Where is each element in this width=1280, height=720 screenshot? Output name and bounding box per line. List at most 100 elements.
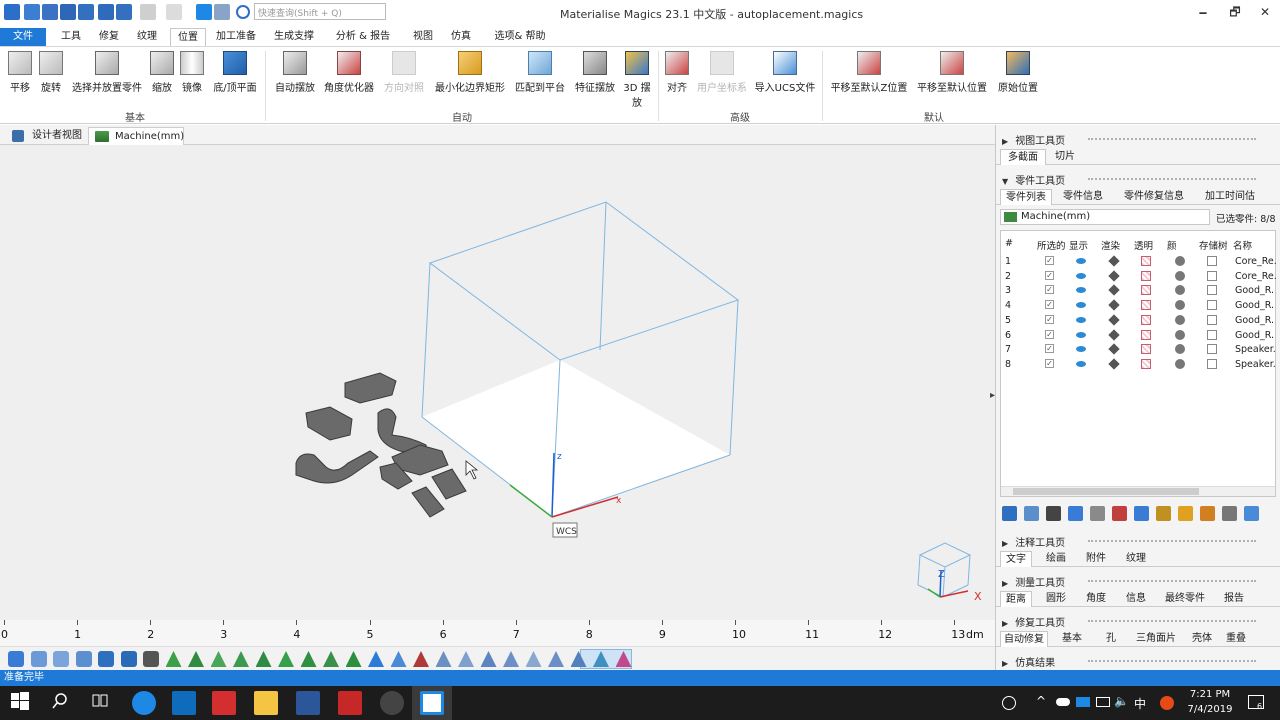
table-row[interactable]: 1 ✓ Core_Re. <box>1001 255 1277 269</box>
move-default-pos-button[interactable]: 平移至默认位置 <box>914 51 990 94</box>
new-file-icon[interactable] <box>24 4 40 20</box>
triangle-select-icon[interactable] <box>188 651 204 667</box>
transparency-icon[interactable] <box>1141 358 1151 369</box>
selected-checkbox[interactable]: ✓ <box>1045 270 1054 280</box>
tab-texture[interactable]: 纹理 <box>1120 551 1152 567</box>
expand-mark-icon[interactable] <box>413 651 429 667</box>
mirror-button[interactable]: 镜像 <box>178 51 206 94</box>
tab-part-info[interactable]: 零件信息 <box>1056 189 1110 205</box>
save-all-icon[interactable] <box>116 4 132 20</box>
tab-view[interactable]: 视图 <box>406 28 440 46</box>
render-icon[interactable] <box>1108 314 1120 326</box>
clock-date[interactable]: 7/4/2019 <box>1186 704 1234 715</box>
shell-select-icon[interactable] <box>233 651 249 667</box>
bottom-top-plane-button[interactable]: 底/顶平面 <box>210 51 260 94</box>
tab-position[interactable]: 位置 <box>170 28 206 46</box>
part-shell-icon[interactable] <box>1222 506 1237 521</box>
tab-texture[interactable]: 纹理 <box>130 28 164 46</box>
table-row[interactable]: 4 ✓ Good_R. <box>1001 299 1277 313</box>
storage-icon[interactable] <box>1207 256 1217 266</box>
triangle-icon[interactable] <box>480 651 497 667</box>
view-toolpage-header[interactable]: ▶ 视图工具页 <box>1002 132 1276 147</box>
tab-multi-section[interactable]: 多截面 <box>1000 149 1046 165</box>
min-bounding-rect-button[interactable]: 最小化边界矩形 <box>432 51 508 94</box>
import-ucs-button[interactable]: 导入UCS文件 <box>754 51 816 94</box>
part-mark-icon[interactable] <box>1134 506 1149 521</box>
lasso-select-icon[interactable] <box>300 651 317 667</box>
tab-machine[interactable]: Machine(mm) <box>88 127 184 145</box>
mesh-icon[interactable] <box>503 651 519 667</box>
surface-select-icon[interactable] <box>210 651 227 667</box>
selected-checkbox[interactable]: ✓ <box>1045 256 1054 265</box>
part-arrange-icon[interactable] <box>1068 506 1083 521</box>
tab-text[interactable]: 文字 <box>1000 551 1032 567</box>
visibility-eye-icon[interactable] <box>1076 272 1086 279</box>
color-swatch[interactable] <box>1175 358 1185 369</box>
render-icon[interactable] <box>1108 255 1120 267</box>
acrobat-icon[interactable] <box>338 691 362 715</box>
selected-checkbox[interactable]: ✓ <box>1045 358 1054 368</box>
point-icon[interactable] <box>548 651 564 667</box>
shrink-mark-icon[interactable] <box>435 651 452 667</box>
orientation-optimizer-button[interactable]: 角度优化器 <box>322 51 376 94</box>
part-pipe-2[interactable] <box>295 450 379 484</box>
feature-place-button[interactable]: 特征摆放 <box>572 51 618 94</box>
col-name[interactable]: 名称 <box>1233 238 1252 252</box>
measure-toolpage-header[interactable]: ▶ 测量工具页 <box>1002 574 1276 589</box>
storage-icon[interactable] <box>1207 270 1217 281</box>
tray-app-icon[interactable] <box>1160 696 1174 710</box>
part-color-icon[interactable] <box>1178 506 1193 521</box>
save-as-icon[interactable] <box>78 4 94 20</box>
tab-designer-view[interactable]: 设计者视图 <box>6 127 86 145</box>
tab-final-part[interactable]: 最终零件 <box>1162 591 1208 607</box>
tab-simulation[interactable]: 仿真 <box>444 28 478 46</box>
zoom-fit-icon[interactable] <box>75 651 92 667</box>
annot-toolpage-header[interactable]: ▶ 注释工具页 <box>1002 534 1276 549</box>
visibility-eye-icon[interactable] <box>1076 316 1086 323</box>
delete-mark-icon[interactable] <box>458 651 474 667</box>
windows-start-icon[interactable] <box>10 691 34 715</box>
tab-circle[interactable]: 圆形 <box>1040 591 1072 607</box>
network-icon[interactable] <box>1096 697 1110 707</box>
onedrive-icon[interactable] <box>1056 698 1070 706</box>
select-mode-icon[interactable] <box>196 4 212 20</box>
redo-icon[interactable] <box>166 4 182 20</box>
transparency-icon[interactable] <box>1141 256 1151 266</box>
tab-part-fix-info[interactable]: 零件修复信息 <box>1118 189 1190 205</box>
render-icon[interactable] <box>1108 328 1120 341</box>
red-app-icon[interactable] <box>212 691 236 715</box>
people-icon[interactable] <box>1002 696 1016 710</box>
color-swatch[interactable] <box>1175 344 1185 355</box>
visibility-eye-icon[interactable] <box>1076 302 1086 309</box>
transparency-icon[interactable] <box>1141 270 1151 281</box>
selected-checkbox[interactable]: ✓ <box>1045 314 1054 324</box>
tab-options-help[interactable]: 选项& 帮助 <box>488 28 552 46</box>
col-storage[interactable]: 存储树 <box>1199 238 1228 252</box>
storage-icon[interactable] <box>1207 285 1217 296</box>
color-swatch[interactable] <box>1175 285 1185 296</box>
fix-toolpage-header[interactable]: ▶ 修复工具页 <box>1002 614 1276 629</box>
table-row[interactable]: 8 ✓ Speaker. <box>1001 358 1277 372</box>
volume-icon[interactable]: 🔈 <box>1114 694 1129 708</box>
zoom-icon[interactable] <box>8 651 24 667</box>
view-cube-icon[interactable] <box>98 651 114 667</box>
part-core-1[interactable] <box>344 372 397 404</box>
selected-checkbox[interactable]: ✓ <box>1045 329 1054 339</box>
table-row[interactable]: 5 ✓ Good_R. <box>1001 314 1277 328</box>
auto-place-button[interactable]: 自动摆放 <box>270 51 320 94</box>
col-transparent[interactable]: 透明 <box>1134 238 1153 252</box>
part-speaker-1[interactable] <box>411 486 445 518</box>
direction-compare-button[interactable]: 方向对照 <box>380 51 428 94</box>
rotate-button[interactable]: 旋转 <box>36 51 66 94</box>
search-icon[interactable] <box>50 691 74 715</box>
brush-select-icon[interactable] <box>323 651 339 667</box>
clock-time[interactable]: 7:21 PM <box>1186 689 1234 700</box>
part-load-icon[interactable] <box>1002 506 1017 521</box>
align-button[interactable]: 对齐 <box>662 51 692 94</box>
table-row[interactable]: 2 ✓ Core_Re. <box>1001 270 1277 284</box>
tab-shell[interactable]: 壳体 <box>1186 631 1218 647</box>
shaded-icon[interactable] <box>165 651 182 667</box>
part-solid-icon[interactable] <box>1156 506 1171 521</box>
transparency-icon[interactable] <box>1141 344 1151 355</box>
user-coord-button[interactable]: 用户坐标系 <box>694 51 750 94</box>
